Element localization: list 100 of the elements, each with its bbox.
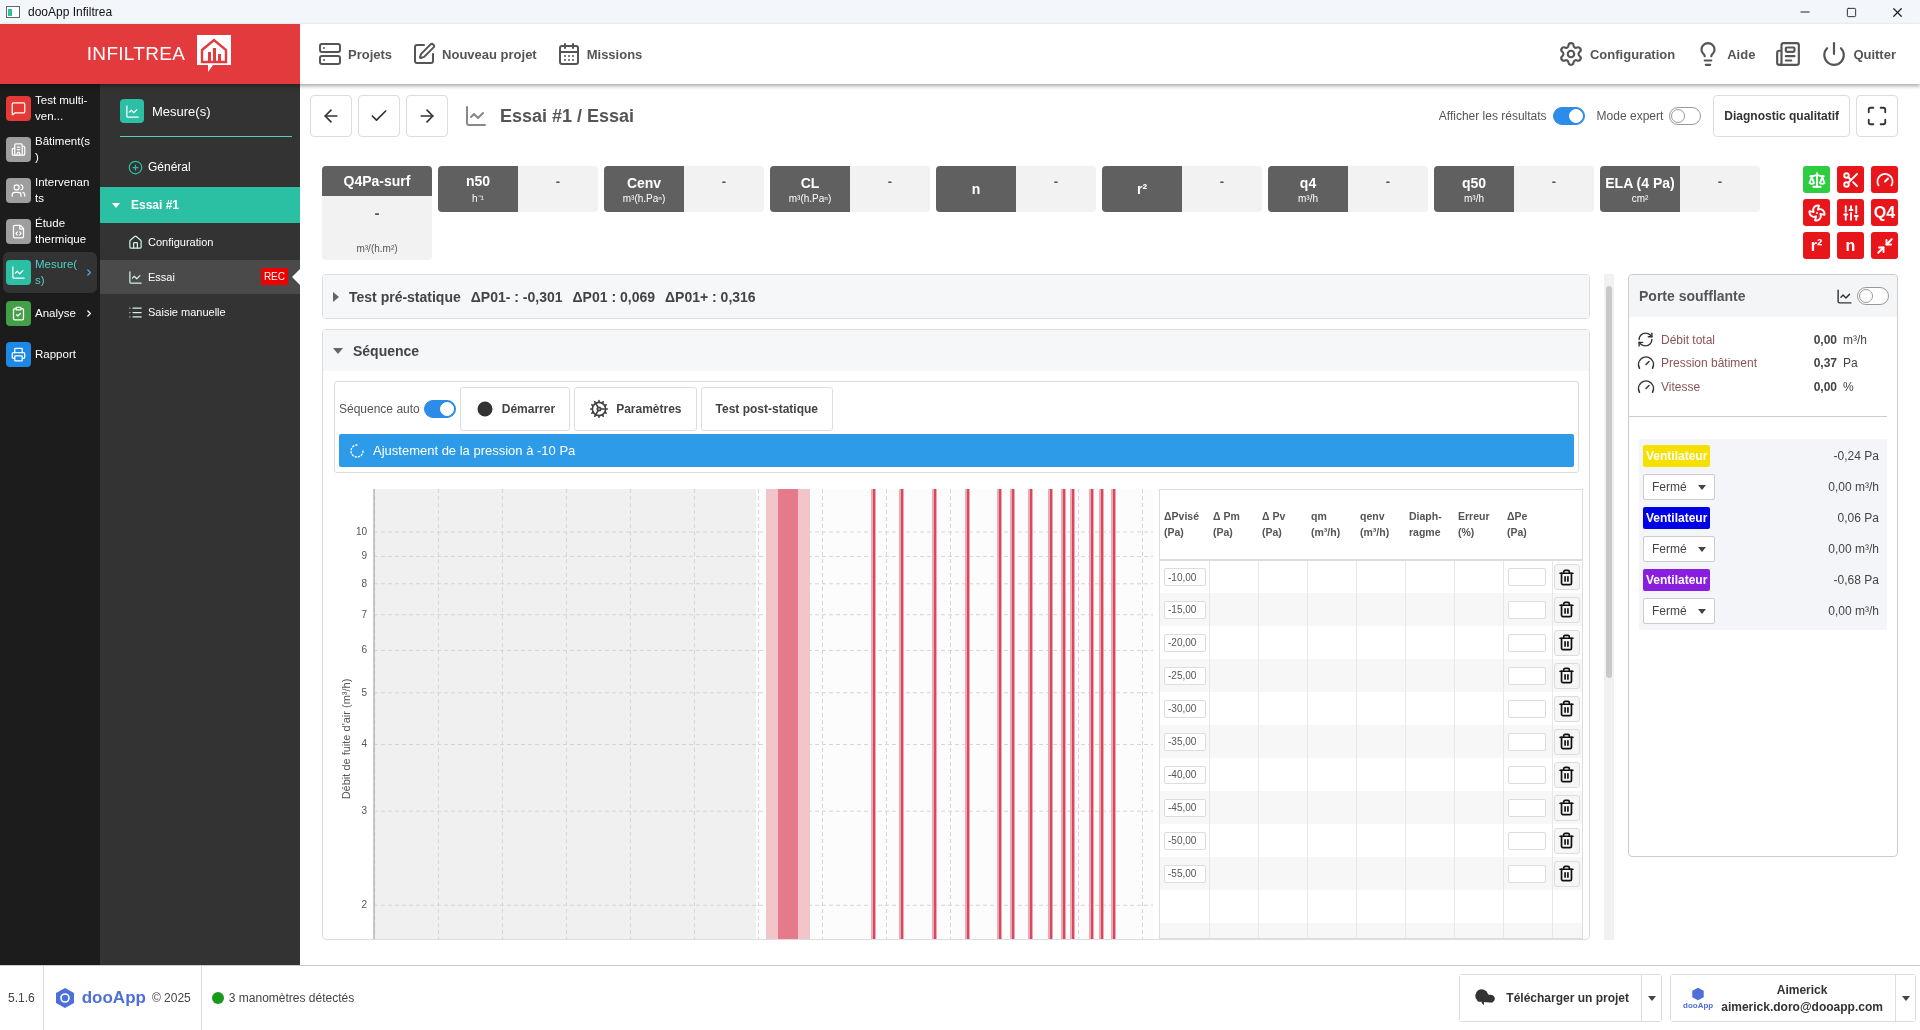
gears-icon [589,399,610,419]
metric-label: r² [1136,181,1148,197]
metric-label: q50 [1461,174,1487,191]
nav-link[interactable]: Projets [308,34,403,74]
diagnostic-button[interactable]: Diagnostic qualitatif [1713,95,1850,137]
target-pressure-field[interactable]: -10,00 [1164,568,1206,586]
tree-item[interactable]: Configuration [100,225,300,259]
gauge-icon [1875,170,1894,189]
toggle-label: Séquence auto [339,402,420,416]
scissors-button[interactable] [1837,166,1864,193]
reading-unit: % [1843,380,1855,394]
toggle-switch[interactable] [1669,107,1702,125]
plus-circle-icon [128,159,143,175]
metric-unit: m³/(h.m²) [356,243,398,254]
delete-button[interactable] [1553,564,1580,590]
metric-unit: m³/h [1298,192,1318,204]
dropdown-button[interactable] [1895,975,1915,1021]
tool-button[interactable]: n [1837,232,1864,259]
pressure-field[interactable] [1507,633,1546,652]
reading-value: 0,00 [1812,332,1838,347]
sidebar-item[interactable]: Mesure(s) [3,252,97,293]
metric-value: - [1218,173,1226,191]
target-pressure-field[interactable]: -35,00 [1164,732,1206,751]
mode-select[interactable]: Fermé [1643,536,1715,562]
sliders-button[interactable] [1837,199,1864,226]
pressure-field[interactable] [1507,732,1546,751]
sequence-button[interactable]: Test post-statique [700,387,833,431]
nav-link[interactable]: Nouveau projet [402,34,547,74]
settings-icon [1558,41,1584,67]
pressure-field[interactable] [1507,864,1546,883]
header-action[interactable]: Configuration [1548,34,1686,74]
pressure-reading: ΔP01+ : 0,316 [665,288,756,305]
reading-value: 0,00 [1812,380,1838,394]
pressure-field[interactable] [1507,666,1546,685]
delete-button[interactable] [1553,827,1580,854]
pressure-field[interactable] [1507,699,1546,718]
delete-button[interactable] [1553,629,1580,656]
target-pressure-field[interactable]: -30,00 [1164,699,1206,718]
gauge-icon [1637,354,1655,372]
target-pressure-field[interactable]: -50,00 [1164,831,1206,850]
sequence-button[interactable]: Paramètres [574,387,697,431]
sidebar-item[interactable]: Rapport [3,334,97,375]
fan-icon [1807,203,1826,222]
nav-link[interactable]: Missions [546,34,653,74]
newspaper-icon [1775,41,1802,67]
panel-header[interactable]: Séquence [323,330,1589,371]
delete-button[interactable] [1553,695,1580,722]
expanded-caret-icon [112,202,120,208]
delete-button[interactable] [1553,761,1580,788]
tree-item[interactable]: Général [100,149,300,185]
shrink-button[interactable] [1871,232,1898,259]
sidebar-item[interactable]: Analyse [3,293,97,334]
header-action[interactable]: Quitter [1811,34,1906,74]
toggle-switch[interactable] [423,400,456,418]
toggle-switch[interactable] [1552,107,1585,125]
pressure-field[interactable] [1507,600,1546,619]
tool-button[interactable]: r² [1803,232,1830,259]
gauge-button[interactable] [1871,166,1898,193]
delete-button[interactable] [1553,860,1580,887]
pressure-field[interactable] [1507,765,1546,784]
sidebar-item[interactable]: Étude thermique [3,211,97,252]
delete-button[interactable] [1553,596,1580,623]
collapsed-caret-icon [333,291,339,302]
sequence-button[interactable]: Démarrer [459,387,571,431]
pressure-field[interactable] [1507,568,1546,586]
target-pressure-field[interactable]: -20,00 [1164,633,1206,652]
fullscreen-button[interactable] [1856,95,1898,137]
header-action[interactable]: Aide [1685,34,1766,74]
target-pressure-field[interactable]: -45,00 [1164,798,1206,817]
sidebar-item[interactable]: Bâtiment(s) [3,129,97,170]
target-pressure-field[interactable]: -25,00 [1164,666,1206,685]
mode-select[interactable]: Fermé [1643,474,1715,500]
back-button[interactable] [310,95,352,137]
panel-header[interactable]: Test pré-statique ΔP01- : -0,301 ΔP01 : 0,069 ΔP01+ : 0,316 [323,275,1589,318]
balance-icon [1807,170,1826,189]
metric-unit: m³(h.Paⁿ) [788,192,832,204]
mode-select[interactable]: Fermé [1643,598,1715,624]
reading-unit: m³/h [1843,332,1868,347]
reading-unit: Pa [1843,356,1859,370]
tree-item[interactable]: Essai REC [100,260,300,294]
trash-icon [1558,865,1575,882]
tool-button[interactable]: Q4 [1871,199,1898,226]
delete-button[interactable] [1553,794,1580,821]
toggle-switch[interactable] [1857,287,1889,305]
pressure-field[interactable] [1507,831,1546,850]
sidebar-item[interactable]: Intervenants [3,170,97,211]
tree-item[interactable]: Saisie manuelle [100,295,300,329]
axis-tick-label: 2 [361,899,367,911]
metric-label: ELA (4 Pa) [1605,174,1675,191]
forward-button[interactable] [406,95,448,137]
sidebar-item[interactable]: Test multi-ven... [3,88,97,129]
reading-label: Débit total [1661,332,1717,347]
pressure-field[interactable] [1507,798,1546,817]
target-pressure-field[interactable]: -40,00 [1164,765,1206,784]
dropdown-button[interactable] [1641,975,1661,1021]
target-pressure-field[interactable]: -15,00 [1164,600,1206,619]
delete-button[interactable] [1553,728,1580,755]
target-pressure-field[interactable]: -55,00 [1164,864,1206,883]
fan-button[interactable] [1803,199,1830,226]
delete-button[interactable] [1553,662,1580,689]
